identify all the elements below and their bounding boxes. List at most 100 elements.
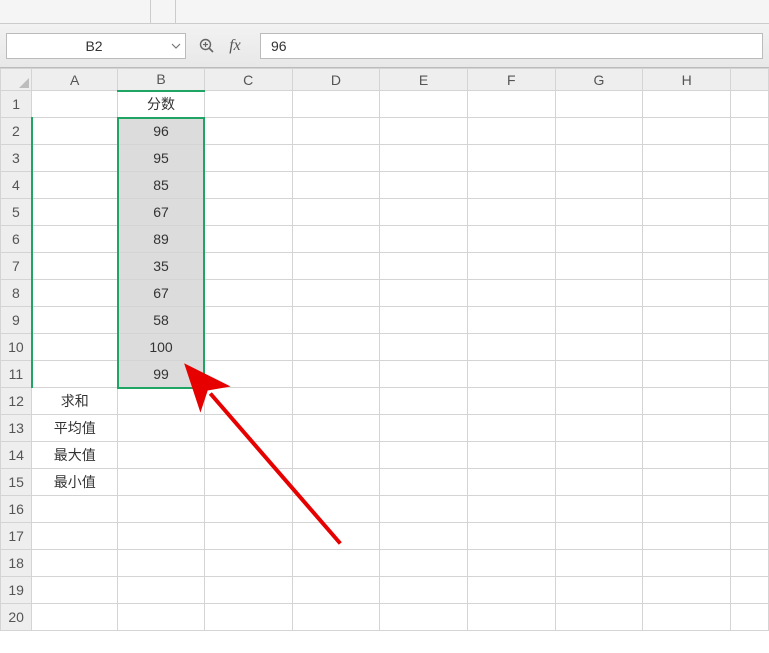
fx-icon[interactable]: fx xyxy=(224,35,246,57)
cell-overflow-13[interactable] xyxy=(731,415,769,442)
cell-G20[interactable] xyxy=(555,604,643,631)
cell-C9[interactable] xyxy=(204,307,292,334)
cell-H5[interactable] xyxy=(643,199,731,226)
cell-G4[interactable] xyxy=(555,172,643,199)
cell-E16[interactable] xyxy=(380,496,468,523)
cell-E11[interactable] xyxy=(380,361,468,388)
cell-C19[interactable] xyxy=(204,577,292,604)
cell-A10[interactable] xyxy=(32,334,118,361)
cell-G16[interactable] xyxy=(555,496,643,523)
cell-B5[interactable]: 67 xyxy=(118,199,205,226)
cell-D16[interactable] xyxy=(292,496,380,523)
cell-E3[interactable] xyxy=(380,145,468,172)
cell-A16[interactable] xyxy=(32,496,118,523)
cell-H13[interactable] xyxy=(643,415,731,442)
cell-F11[interactable] xyxy=(467,361,555,388)
cell-A18[interactable] xyxy=(32,550,118,577)
cell-G15[interactable] xyxy=(555,469,643,496)
cell-H15[interactable] xyxy=(643,469,731,496)
cell-D18[interactable] xyxy=(292,550,380,577)
row-header-10[interactable]: 10 xyxy=(1,334,32,361)
cell-B16[interactable] xyxy=(118,496,205,523)
cell-G12[interactable] xyxy=(555,388,643,415)
cell-F20[interactable] xyxy=(467,604,555,631)
cell-E10[interactable] xyxy=(380,334,468,361)
cell-E14[interactable] xyxy=(380,442,468,469)
cell-H12[interactable] xyxy=(643,388,731,415)
cell-overflow-7[interactable] xyxy=(731,253,769,280)
cell-D8[interactable] xyxy=(292,280,380,307)
cell-D3[interactable] xyxy=(292,145,380,172)
cell-G2[interactable] xyxy=(555,118,643,145)
cell-C18[interactable] xyxy=(204,550,292,577)
cell-F8[interactable] xyxy=(467,280,555,307)
row-header-2[interactable]: 2 xyxy=(1,118,32,145)
row-header-1[interactable]: 1 xyxy=(1,91,32,118)
cell-F13[interactable] xyxy=(467,415,555,442)
col-header-G[interactable]: G xyxy=(555,69,643,91)
cell-F4[interactable] xyxy=(467,172,555,199)
cell-B14[interactable] xyxy=(118,442,205,469)
cell-overflow-15[interactable] xyxy=(731,469,769,496)
cell-H16[interactable] xyxy=(643,496,731,523)
cell-E15[interactable] xyxy=(380,469,468,496)
cell-A15[interactable]: 最小值 xyxy=(32,469,118,496)
cell-H3[interactable] xyxy=(643,145,731,172)
row-header-7[interactable]: 7 xyxy=(1,253,32,280)
row-header-4[interactable]: 4 xyxy=(1,172,32,199)
col-header-B[interactable]: B xyxy=(118,69,205,91)
cell-E12[interactable] xyxy=(380,388,468,415)
col-header-E[interactable]: E xyxy=(380,69,468,91)
cell-D14[interactable] xyxy=(292,442,380,469)
row-header-14[interactable]: 14 xyxy=(1,442,32,469)
cell-F18[interactable] xyxy=(467,550,555,577)
cell-F10[interactable] xyxy=(467,334,555,361)
cell-H6[interactable] xyxy=(643,226,731,253)
cell-F19[interactable] xyxy=(467,577,555,604)
cell-G13[interactable] xyxy=(555,415,643,442)
cell-D9[interactable] xyxy=(292,307,380,334)
cell-E5[interactable] xyxy=(380,199,468,226)
cell-F3[interactable] xyxy=(467,145,555,172)
cell-G17[interactable] xyxy=(555,523,643,550)
cell-D19[interactable] xyxy=(292,577,380,604)
cell-E20[interactable] xyxy=(380,604,468,631)
cell-overflow-8[interactable] xyxy=(731,280,769,307)
cell-E19[interactable] xyxy=(380,577,468,604)
cell-E2[interactable] xyxy=(380,118,468,145)
cell-overflow-20[interactable] xyxy=(731,604,769,631)
cell-B3[interactable]: 95 xyxy=(118,145,205,172)
cell-H2[interactable] xyxy=(643,118,731,145)
row-header-17[interactable]: 17 xyxy=(1,523,32,550)
cell-C13[interactable] xyxy=(204,415,292,442)
col-header-C[interactable]: C xyxy=(204,69,292,91)
col-header-H[interactable]: H xyxy=(643,69,731,91)
row-header-11[interactable]: 11 xyxy=(1,361,32,388)
cell-B7[interactable]: 35 xyxy=(118,253,205,280)
row-header-5[interactable]: 5 xyxy=(1,199,32,226)
cell-H17[interactable] xyxy=(643,523,731,550)
cell-G11[interactable] xyxy=(555,361,643,388)
cell-G10[interactable] xyxy=(555,334,643,361)
cell-G7[interactable] xyxy=(555,253,643,280)
cell-G14[interactable] xyxy=(555,442,643,469)
cell-F12[interactable] xyxy=(467,388,555,415)
cell-B17[interactable] xyxy=(118,523,205,550)
cell-E9[interactable] xyxy=(380,307,468,334)
cell-B10[interactable]: 100 xyxy=(118,334,205,361)
cell-G5[interactable] xyxy=(555,199,643,226)
cell-B6[interactable]: 89 xyxy=(118,226,205,253)
cell-B8[interactable]: 67 xyxy=(118,280,205,307)
cell-B11[interactable]: 99 xyxy=(118,361,205,388)
cell-A19[interactable] xyxy=(32,577,118,604)
cell-D11[interactable] xyxy=(292,361,380,388)
cell-C7[interactable] xyxy=(204,253,292,280)
cell-F14[interactable] xyxy=(467,442,555,469)
cell-G9[interactable] xyxy=(555,307,643,334)
cell-C6[interactable] xyxy=(204,226,292,253)
cell-overflow-17[interactable] xyxy=(731,523,769,550)
cell-C12[interactable] xyxy=(204,388,292,415)
cell-F7[interactable] xyxy=(467,253,555,280)
cell-H4[interactable] xyxy=(643,172,731,199)
cell-H9[interactable] xyxy=(643,307,731,334)
